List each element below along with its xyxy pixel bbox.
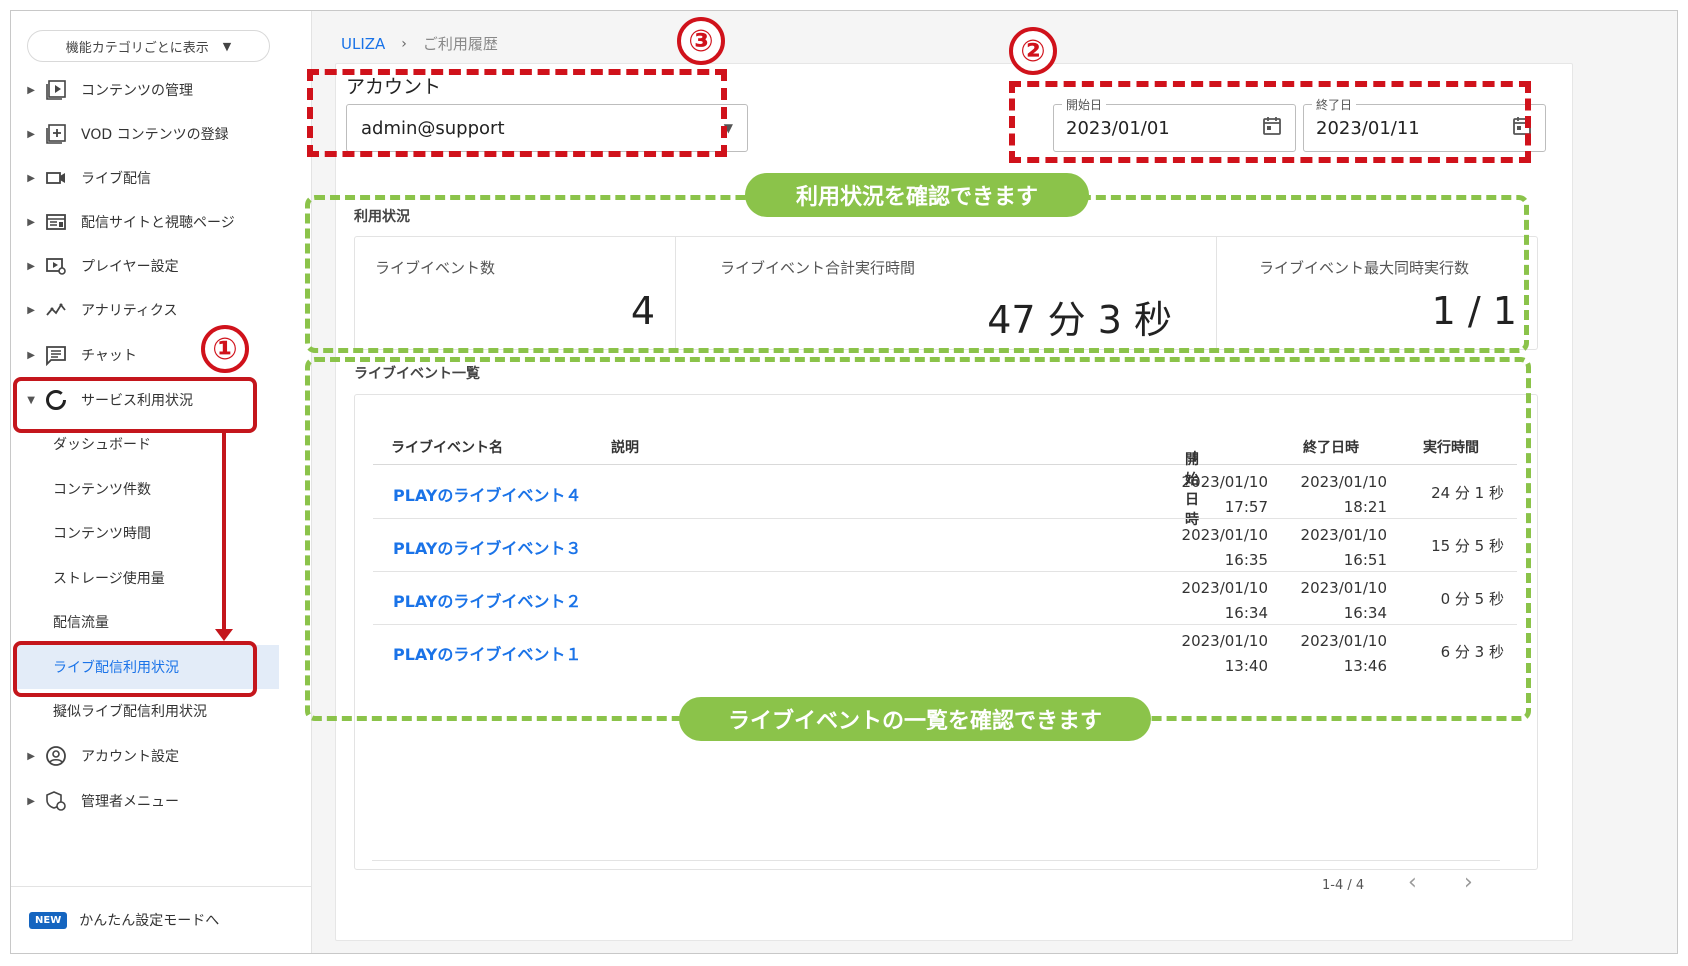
play-box-icon — [41, 79, 71, 101]
expand-arrow-icon: ▶ — [27, 84, 35, 96]
sidebar-subitem-label: 配信流量 — [53, 615, 109, 631]
annotation-badge-1: ① — [201, 325, 249, 373]
breadcrumb-current: ご利用履歴 — [422, 35, 498, 53]
add-box-icon — [41, 123, 71, 145]
sidebar-subitem-label: 擬似ライブ配信利用状況 — [53, 704, 207, 720]
app-window: 機能カテゴリごとに表示 ▼ ▶ コンテンツの管理 ▶ VOD コンテンツの登録 … — [10, 10, 1678, 954]
analytics-icon — [41, 299, 71, 321]
easy-mode-link[interactable]: NEW かんたん設定モードへ — [11, 886, 312, 953]
sidebar-item-label: アカウント設定 — [81, 749, 179, 765]
sidebar-item-sites[interactable]: ▶ 配信サイトと視聴ページ — [11, 200, 301, 244]
expand-arrow-icon: ▶ — [27, 216, 35, 228]
expand-arrow-icon: ▶ — [27, 750, 35, 762]
sidebar-item-label: アナリティクス — [81, 303, 178, 319]
sidebar-item-live[interactable]: ▶ ライブ配信 — [11, 156, 301, 200]
pagination-divider — [372, 860, 1500, 861]
sidebar-subitem-label: コンテンツ時間 — [53, 526, 151, 542]
annotation-service-usage-highlight — [13, 377, 257, 433]
expand-arrow-icon: ▶ — [27, 172, 35, 184]
sidebar-item-label: 配信サイトと視聴ページ — [81, 215, 235, 231]
easy-mode-label: かんたん設定モードへ — [79, 913, 220, 929]
sidebar: 機能カテゴリごとに表示 ▼ ▶ コンテンツの管理 ▶ VOD コンテンツの登録 … — [11, 11, 312, 953]
sidebar-item-admin-menu[interactable]: ▶ 管理者メニュー — [11, 779, 301, 823]
chevron-down-icon: ▼ — [222, 39, 232, 53]
video-camera-icon — [41, 167, 71, 189]
sidebar-subitem-storage[interactable]: ストレージ使用量 — [53, 556, 283, 600]
new-badge: NEW — [29, 911, 68, 929]
annotation-arrow-head — [215, 629, 233, 641]
annotation-date-box — [1009, 81, 1531, 163]
annotation-usage-box — [305, 195, 1529, 353]
annotation-usage-callout: 利用状況を確認できます — [745, 173, 1089, 217]
account-circle-icon — [41, 745, 71, 767]
sidebar-item-analytics[interactable]: ▶ アナリティクス — [11, 288, 301, 332]
sidebar-subitem-label: ダッシュボード — [53, 437, 151, 453]
chevron-left-icon[interactable]: ‹ — [1408, 870, 1417, 895]
expand-arrow-icon: ▶ — [27, 349, 35, 361]
breadcrumb: ULIZA › ご利用履歴 — [341, 33, 498, 54]
chevron-right-icon[interactable]: › — [1464, 870, 1473, 895]
sidebar-item-label: コンテンツの管理 — [81, 83, 193, 99]
sidebar-item-label: ライブ配信 — [81, 171, 151, 187]
expand-arrow-icon: ▶ — [27, 795, 35, 807]
sidebar-item-label: チャット — [81, 348, 137, 364]
sidebar-item-account-settings[interactable]: ▶ アカウント設定 — [11, 734, 301, 778]
sidebar-subitem-label: コンテンツ件数 — [53, 482, 151, 498]
expand-arrow-icon: ▶ — [27, 128, 35, 140]
breadcrumb-root-link[interactable]: ULIZA — [341, 35, 385, 53]
annotation-badge-3: ③ — [677, 17, 725, 65]
player-settings-icon — [41, 255, 71, 277]
sidebar-subitem-content-time[interactable]: コンテンツ時間 — [53, 511, 283, 555]
category-select[interactable]: 機能カテゴリごとに表示 ▼ — [27, 30, 270, 62]
sidebar-item-chat[interactable]: ▶ チャット — [11, 333, 301, 377]
sidebar-item-player[interactable]: ▶ プレイヤー設定 — [11, 244, 301, 288]
web-page-icon — [41, 211, 71, 233]
expand-arrow-icon: ▶ — [27, 304, 35, 316]
sidebar-item-label: プレイヤー設定 — [81, 259, 179, 275]
sidebar-subitem-content-count[interactable]: コンテンツ件数 — [53, 467, 283, 511]
annotation-badge-2: ② — [1009, 27, 1057, 75]
category-select-label: 機能カテゴリごとに表示 — [65, 40, 209, 56]
breadcrumb-separator: › — [401, 35, 407, 52]
sidebar-subitem-label: ストレージ使用量 — [53, 571, 165, 587]
annotation-live-usage-highlight — [13, 641, 257, 697]
annotation-account-box — [307, 69, 727, 157]
sidebar-item-label: VOD コンテンツの登録 — [81, 127, 229, 143]
chat-icon — [41, 344, 71, 366]
expand-arrow-icon: ▶ — [27, 260, 35, 272]
pagination-range: 1-4 / 4 — [1322, 878, 1365, 893]
sidebar-subitem-traffic[interactable]: 配信流量 — [53, 600, 283, 644]
sidebar-item-content[interactable]: ▶ コンテンツの管理 — [11, 68, 301, 112]
admin-icon — [41, 790, 71, 812]
annotation-list-callout: ライブイベントの一覧を確認できます — [679, 697, 1151, 741]
sidebar-item-vod-register[interactable]: ▶ VOD コンテンツの登録 — [11, 112, 301, 156]
annotation-arrow-line — [222, 433, 226, 633]
sidebar-item-label: 管理者メニュー — [81, 794, 179, 810]
annotation-list-box — [305, 357, 1531, 721]
